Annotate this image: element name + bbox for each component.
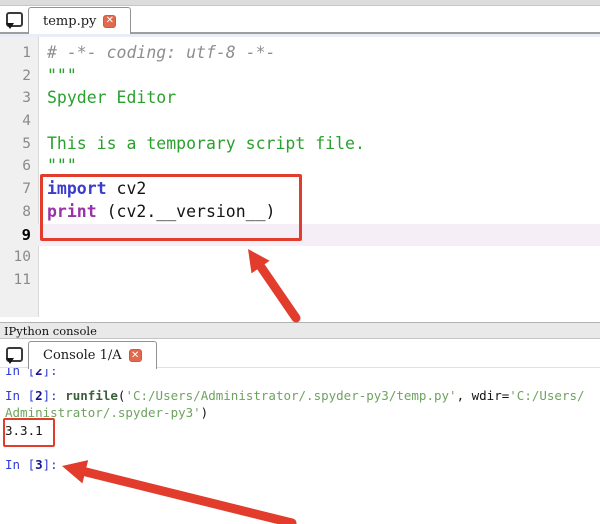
- line-number: 5: [0, 133, 38, 156]
- line-number: 10: [0, 246, 38, 269]
- code-token: ]:: [43, 368, 58, 378]
- code-line-text: # -*- coding: utf-8 -*-: [38, 42, 600, 65]
- code-token: In [: [5, 457, 35, 472]
- code-line-text: Spyder Editor: [38, 87, 600, 110]
- console-line: In [2]:: [5, 368, 58, 379]
- code-token: 'C:/Users/: [509, 388, 584, 403]
- editor-line[interactable]: 4: [0, 110, 600, 133]
- line-number: 1: [0, 42, 38, 65]
- code-token: This is a temporary script file.: [47, 134, 365, 153]
- code-token: ]:: [43, 388, 66, 403]
- code-line-text: [38, 269, 600, 292]
- browse-tabs-icon[interactable]: [6, 347, 23, 362]
- code-token: ): [201, 405, 209, 420]
- code-token: Spyder Editor: [47, 88, 176, 107]
- line-number: 6: [0, 155, 38, 178]
- code-token: In [: [5, 368, 35, 378]
- code-token: # -*- coding: utf-8 -*-: [47, 43, 275, 62]
- annotation-box-code: [40, 174, 302, 241]
- editor-line[interactable]: 10: [0, 246, 600, 269]
- line-number: 8: [0, 201, 38, 224]
- code-token: In [: [5, 388, 35, 403]
- console-line: In [2]: runfile('C:/Users/Administrator/…: [5, 387, 585, 404]
- console-tab-bar: Console 1/A ✕: [0, 339, 600, 368]
- code-line-text: [38, 110, 600, 133]
- code-token: 2: [35, 368, 43, 378]
- code-line-text: [38, 246, 600, 269]
- close-tab-icon[interactable]: ✕: [103, 15, 116, 28]
- tab-label: temp.py: [43, 14, 96, 29]
- console-output[interactable]: In [2]:In [2]: runfile('C:/Users/Adminis…: [0, 368, 600, 524]
- code-token: 2: [35, 388, 43, 403]
- code-token: """: [47, 156, 77, 175]
- spyder-window: temp.py ✕ 1# -*- coding: utf-8 -*-2"""3S…: [0, 0, 600, 524]
- close-tab-icon[interactable]: ✕: [129, 349, 142, 362]
- code-token: ]:: [43, 457, 58, 472]
- console-pane-header: IPython console: [0, 322, 600, 339]
- code-line-text: This is a temporary script file.: [38, 133, 600, 156]
- editor-line[interactable]: 1 # -*- coding: utf-8 -*-: [0, 42, 600, 65]
- line-number: 7: [0, 178, 38, 201]
- code-line-text: """: [38, 65, 600, 88]
- code-token: 3: [35, 457, 43, 472]
- editor-tab-bar: temp.py ✕: [0, 6, 600, 33]
- line-number: 3: [0, 87, 38, 110]
- tab-label: Console 1/A: [43, 348, 122, 363]
- code-token: """: [47, 66, 77, 85]
- code-token: , wdir=: [457, 388, 510, 403]
- console-pane-title: IPython console: [4, 324, 97, 338]
- line-number: 4: [0, 110, 38, 133]
- code-token: runfile: [65, 388, 118, 403]
- editor-line[interactable]: 2 """: [0, 65, 600, 88]
- editor-line[interactable]: 11: [0, 269, 600, 292]
- annotation-box-output: [3, 418, 55, 447]
- tab-console-1a[interactable]: Console 1/A ✕: [28, 341, 157, 369]
- line-number: 9: [0, 224, 38, 247]
- browse-tabs-icon[interactable]: [6, 12, 23, 27]
- console-line: In [3]:: [5, 456, 58, 473]
- editor-line[interactable]: 3 Spyder Editor: [0, 87, 600, 110]
- line-number: 11: [0, 269, 38, 292]
- code-token: 'C:/Users/Administrator/.spyder-py3/temp…: [125, 388, 456, 403]
- editor-line[interactable]: 5 This is a temporary script file.: [0, 133, 600, 156]
- tab-temp-py[interactable]: temp.py ✕: [28, 7, 131, 34]
- line-number: 2: [0, 65, 38, 88]
